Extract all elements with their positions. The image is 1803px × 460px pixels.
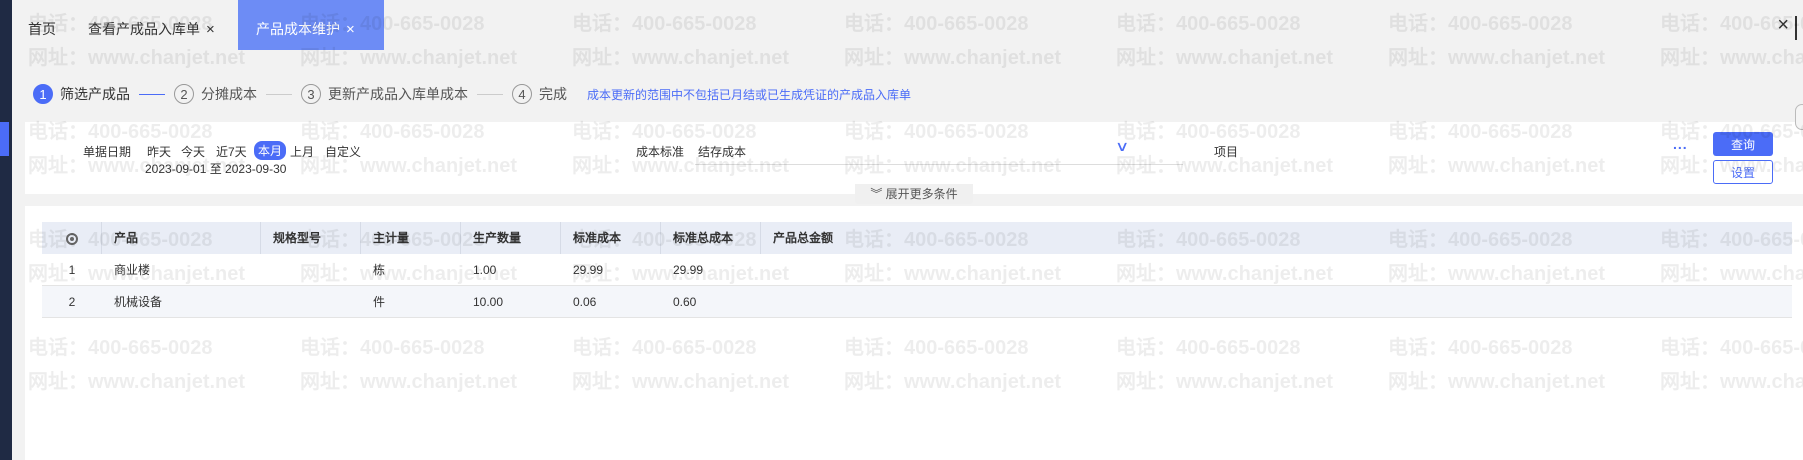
window-close-icon[interactable]: × bbox=[1777, 14, 1789, 37]
column-header[interactable]: 产品总金额 bbox=[761, 222, 1792, 254]
cell-quantity: 1.00 bbox=[473, 263, 497, 277]
expand-more-label: 展开更多条件 bbox=[885, 187, 958, 201]
product-grid-area: 产品 规格型号 主计量 生产数量 标准成本 标准总成本 产品总金额 1 商业楼 … bbox=[25, 206, 1803, 460]
date-option-custom[interactable]: 自定义 bbox=[325, 143, 361, 160]
tab-view-inbound[interactable]: 查看产成品入库单 × bbox=[88, 0, 215, 50]
filter-panel: 单据日期 昨天 今天 近7天 本月 上月 自定义 2023-09-01 至 20… bbox=[25, 122, 1803, 204]
tab-cost-maintenance-close-icon[interactable]: × bbox=[346, 21, 355, 38]
column-header[interactable]: 生产数量 bbox=[461, 222, 561, 254]
date-option-yesterday[interactable]: 昨天 bbox=[147, 143, 171, 160]
date-filter-label: 单据日期 bbox=[83, 145, 132, 159]
tab-bar: 首页 查看产成品入库单 × 产品成本维护 × × bbox=[12, 0, 1803, 50]
cell-standard-total-cost: 29.99 bbox=[673, 263, 704, 277]
cell-product: 机械设备 bbox=[114, 295, 163, 309]
left-rail-active-marker bbox=[0, 122, 9, 156]
cell-quantity: 10.00 bbox=[473, 295, 504, 309]
chevron-down-icon[interactable]: ∨ bbox=[1115, 138, 1129, 155]
expand-more-conditions[interactable]: ︾ 展开更多条件 bbox=[855, 184, 973, 204]
cell-product: 商业楼 bbox=[114, 263, 151, 277]
date-option-today[interactable]: 今天 bbox=[181, 143, 205, 160]
cost-standard-label: 成本标准 bbox=[636, 145, 685, 159]
wizard-steps: 1 筛选产成品 2 分摊成本 3 更新产成品入库单成本 4 完成 成本更新的范围… bbox=[33, 80, 911, 108]
column-header[interactable]: 产品 bbox=[102, 222, 261, 254]
cell-standard-cost: 29.99 bbox=[573, 263, 604, 277]
cell-unit: 栋 bbox=[373, 263, 386, 277]
step-connector bbox=[477, 93, 503, 95]
table-row[interactable]: 1 商业楼 栋 1.00 29.99 29.99 bbox=[42, 254, 1792, 286]
step-4-label: 完成 bbox=[539, 86, 567, 102]
column-header[interactable]: 标准成本 bbox=[561, 222, 661, 254]
step-2-number: 2 bbox=[174, 84, 194, 104]
column-header[interactable]: 标准总成本 bbox=[661, 222, 761, 254]
date-option-last7days[interactable]: 近7天 bbox=[216, 143, 247, 160]
table-row[interactable]: 2 机械设备 件 10.00 0.06 0.60 bbox=[42, 286, 1792, 318]
step-1-number: 1 bbox=[33, 84, 53, 104]
column-header[interactable]: 规格型号 bbox=[261, 222, 361, 254]
row-index: 1 bbox=[68, 263, 76, 277]
query-button[interactable]: 查询 bbox=[1713, 132, 1773, 156]
more-options-icon[interactable]: ... bbox=[1673, 136, 1688, 152]
step-2-label: 分摊成本 bbox=[201, 86, 257, 102]
cell-standard-total-cost: 0.60 bbox=[673, 295, 697, 309]
date-option-last-month[interactable]: 上月 bbox=[290, 143, 314, 160]
cost-update-scope-note: 成本更新的范围中不包括已月结或已生成凭证的产成品入库单 bbox=[587, 87, 912, 102]
tab-view-inbound-close-icon[interactable]: × bbox=[206, 21, 215, 38]
cell-spec bbox=[261, 254, 361, 286]
date-range-value: 2023-09-01 至 2023-09-30 bbox=[145, 162, 287, 176]
project-label: 项目 bbox=[1214, 145, 1239, 159]
step-connector bbox=[266, 93, 292, 95]
step-3-label: 更新产成品入库单成本 bbox=[328, 86, 468, 102]
cell-product-total-amount bbox=[761, 286, 1792, 318]
window-edge-icon bbox=[1795, 16, 1803, 40]
product-grid: 产品 规格型号 主计量 生产数量 标准成本 标准总成本 产品总金额 1 商业楼 … bbox=[42, 222, 1792, 318]
step-connector bbox=[139, 93, 165, 95]
gear-icon[interactable] bbox=[65, 232, 78, 245]
side-panel-handle[interactable] bbox=[1795, 104, 1803, 130]
row-index: 2 bbox=[68, 295, 76, 309]
settings-button[interactable]: 设置 bbox=[1713, 160, 1773, 184]
tab-home-label: 首页 bbox=[28, 21, 56, 37]
cost-standard-underline bbox=[695, 164, 1183, 165]
column-settings[interactable] bbox=[42, 222, 102, 254]
column-header[interactable]: 主计量 bbox=[361, 222, 461, 254]
date-option-this-month[interactable]: 本月 bbox=[254, 141, 287, 160]
grid-header-row: 产品 规格型号 主计量 生产数量 标准成本 标准总成本 产品总金额 bbox=[42, 222, 1792, 254]
tab-cost-maintenance[interactable]: 产品成本维护 × bbox=[238, 0, 384, 50]
cell-spec bbox=[261, 286, 361, 318]
cell-standard-cost: 0.06 bbox=[573, 295, 597, 309]
tab-home[interactable]: 首页 bbox=[28, 0, 56, 50]
step-3-number: 3 bbox=[301, 84, 321, 104]
tab-cost-maintenance-label: 产品成本维护 bbox=[256, 21, 340, 37]
cell-product-total-amount bbox=[761, 254, 1792, 286]
step-4-number: 4 bbox=[512, 84, 532, 104]
step-1-label: 筛选产成品 bbox=[60, 86, 130, 102]
left-rail bbox=[0, 0, 12, 460]
tab-view-inbound-label: 查看产成品入库单 bbox=[88, 21, 200, 37]
double-chevron-down-icon: ︾ bbox=[870, 187, 883, 201]
cost-standard-select[interactable]: 结存成本 bbox=[698, 143, 746, 160]
cell-unit: 件 bbox=[373, 295, 386, 309]
